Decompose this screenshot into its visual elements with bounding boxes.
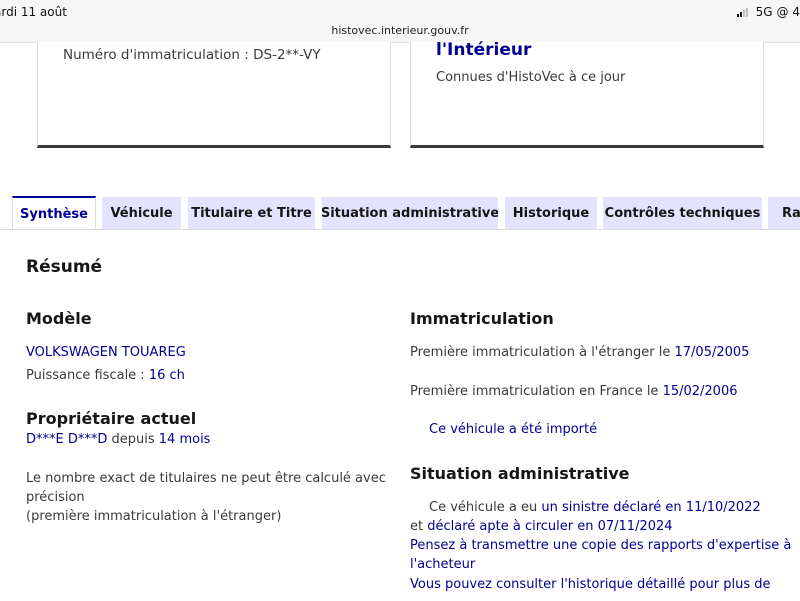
admin-situation-heading: Situation administrative xyxy=(410,464,630,483)
admin-claim-link[interactable]: un sinistre déclaré en 11/10/2022 xyxy=(541,500,760,515)
status-extra: @ 4 xyxy=(776,5,800,19)
summary-heading: Résumé xyxy=(26,257,103,277)
ministry-card: l'Intérieur Connues d'HistoVec à ce jour xyxy=(410,40,764,148)
tab-synthese[interactable]: Synthèse xyxy=(12,196,96,230)
tab-titulaire-et-titre[interactable]: Titulaire et Titre xyxy=(188,197,315,229)
fiscal-power-label: Puissance fiscale : xyxy=(26,368,149,383)
tab-bar: Synthèse Véhicule Titulaire et Titre Sit… xyxy=(0,196,800,230)
tab-controles-techniques[interactable]: Contrôles techniques xyxy=(603,197,762,229)
advice-line2: l'acheteur xyxy=(410,557,476,572)
model-name: VOLKSWAGEN TOUAREG xyxy=(26,345,186,360)
admin-fit-link[interactable]: déclaré apte à circuler en 07/11/2024 xyxy=(427,519,672,534)
admin-fit-line: et déclaré apte à circuler en 07/11/2024 xyxy=(410,517,673,536)
imported-notice: Ce véhicule a été importé xyxy=(429,422,598,437)
admin-claim-line: Ce véhicule a eu un sinistre déclaré en … xyxy=(429,498,761,517)
registration-heading: Immatriculation xyxy=(410,309,554,328)
tab-rapport-partial[interactable]: Rap xyxy=(768,197,800,229)
ministry-card-title: l'Intérieur xyxy=(436,40,532,60)
plate-card: Numéro d'immatriculation : DS-2**-VY xyxy=(37,42,391,148)
owner-name: D***E D***D xyxy=(26,432,108,447)
signal-strength-icon xyxy=(736,7,748,17)
advice-line1: Pensez à transmettre une copie des rappo… xyxy=(410,538,792,553)
tab-situation-administrative[interactable]: Situation administrative xyxy=(322,197,498,229)
owner-since-value: 14 mois xyxy=(158,432,211,447)
status-time: ardi 11 août xyxy=(0,5,67,19)
address-bar-url[interactable]: histovec.interieur.gouv.fr xyxy=(0,24,800,37)
browser-status-bar: ardi 11 août histovec.interieur.gouv.fr … xyxy=(0,0,800,43)
model-heading: Modèle xyxy=(26,309,92,328)
synthese-panel: Résumé Modèle VOLKSWAGEN TOUAREG Puissan… xyxy=(0,229,800,601)
plate-number: Numéro d'immatriculation : DS-2**-VY xyxy=(63,47,321,63)
owner-note-line3: (première immatriculation à l'étranger) xyxy=(26,509,282,524)
owner-since-label: depuis xyxy=(107,432,159,447)
admin-claim-prefix: Ce véhicule a eu xyxy=(429,500,542,515)
owner-heading: Propriétaire actuel xyxy=(26,409,197,428)
ministry-card-subtitle: Connues d'HistoVec à ce jour xyxy=(436,70,626,85)
owner-note-line1: Le nombre exact de titulaires ne peut êt… xyxy=(26,471,386,486)
tab-vehicule[interactable]: Véhicule xyxy=(102,197,181,229)
first-foreign-label: Première immatriculation à l'étranger le xyxy=(410,345,675,360)
tab-historique[interactable]: Historique xyxy=(505,197,597,229)
owner-line: D***E D***D depuis 14 mois xyxy=(26,430,210,449)
first-foreign-registration: Première immatriculation à l'étranger le… xyxy=(410,343,749,362)
fiscal-power: Puissance fiscale : 16 ch xyxy=(26,366,185,385)
first-foreign-date: 17/05/2005 xyxy=(674,345,750,360)
admin-fit-prefix: et xyxy=(410,519,428,534)
status-indicators: 5G @ 4 xyxy=(736,5,800,19)
first-france-date: 15/02/2006 xyxy=(662,384,738,399)
history-line[interactable]: Vous pouvez consulter l'historique détai… xyxy=(410,575,771,594)
network-type: 5G xyxy=(755,5,773,19)
fiscal-power-value: 16 ch xyxy=(148,368,185,383)
first-france-label: Première immatriculation en France le xyxy=(410,384,663,399)
first-france-registration: Première immatriculation en France le 15… xyxy=(410,382,738,401)
owner-note-line2: précision xyxy=(26,490,85,505)
